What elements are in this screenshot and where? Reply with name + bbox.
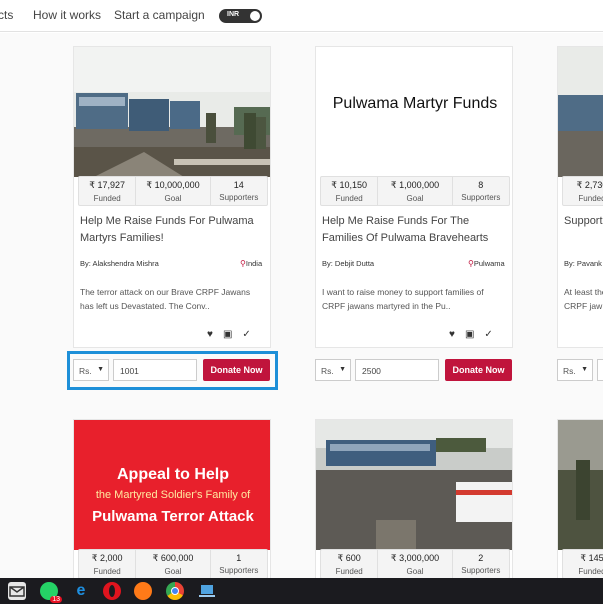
edge-icon[interactable]: e — [72, 582, 90, 600]
campaign-image — [558, 420, 603, 550]
campaign-card[interactable]: ₹ 145 Funded — [557, 419, 603, 589]
campaign-card[interactable]: Pulwama Martyr Funds ₹ 10,150 Funded ₹ 1,… — [315, 46, 513, 348]
currency-toggle[interactable]: INR — [219, 9, 262, 23]
stat-funded: ₹ 145 Funded — [578, 553, 603, 576]
mail-icon[interactable] — [8, 582, 26, 600]
toggle-knob — [250, 11, 260, 21]
stat-goal: ₹ 10,000,000 Goal — [136, 177, 211, 205]
firefox-icon[interactable] — [134, 582, 152, 600]
campaign-title[interactable]: Help Me Raise Funds For Pulwama Martyrs … — [80, 213, 266, 247]
campaign-image — [74, 47, 270, 177]
heart-icon[interactable]: ♥ — [207, 329, 213, 340]
stat-funded: ₹ 2,000 Funded — [79, 550, 137, 578]
stat-funded: ₹ 17,927 Funded — [79, 177, 137, 205]
stat-goal: ₹ 1,000,000 Goal — [378, 177, 453, 205]
whatsapp-icon[interactable]: 13 — [40, 582, 62, 603]
amount-input[interactable] — [597, 359, 603, 381]
campaign-image — [558, 47, 603, 177]
facebook-icon[interactable]: ▣ — [465, 329, 474, 340]
campaign-title[interactable]: Support — [564, 213, 603, 230]
stat-supporters: 1 Supporters — [219, 553, 259, 575]
campaign-image: Appeal to Help the Martyred Soldier's Fa… — [74, 420, 270, 550]
campaign-location: ⚲Pulwama — [468, 259, 505, 268]
stat-supporters: 2 Supporters — [461, 553, 501, 575]
currency-select[interactable]: Rs. ▼ — [557, 359, 593, 381]
opera-icon[interactable] — [103, 582, 121, 600]
notification-badge: 13 — [50, 596, 62, 603]
campaign-stats: ₹ 17,927 Funded ₹ 10,000,000 Goal 14 Suppor… — [78, 176, 268, 206]
campaign-description: The terror attack on our Brave CRPF Jawa… — [80, 287, 251, 311]
donate-now-button[interactable]: Donate Now — [445, 359, 512, 381]
campaign-description: At least the CRPF jaw — [564, 287, 603, 311]
campaign-stats: ₹ 2,000 Funded ₹ 600,000 Goal 1 Supporters — [78, 549, 268, 579]
share-icons: ♥ ▣ ✓ — [449, 329, 493, 340]
campaign-stats: ₹ 145 Funded — [562, 549, 603, 579]
stat-supporters: 14 Supporters — [219, 180, 259, 202]
stat-goal: ₹ 3,000,000 Goal — [378, 550, 453, 578]
nav-link-projects[interactable]: cts — [0, 8, 13, 22]
campaign-title[interactable]: Help Me Raise Funds For The Families Of … — [322, 213, 508, 247]
chrome-icon[interactable] — [166, 582, 184, 600]
campaign-author: By: Alakshendra Mishra — [80, 259, 159, 268]
stat-funded: ₹ 10,150 Funded — [321, 177, 379, 205]
campaign-stats: ₹ 2,730Funded — [562, 176, 603, 206]
campaign-stats: ₹ 600 Funded ₹ 3,000,000 Goal 2 Supporters — [320, 549, 510, 579]
campaign-image: Pulwama Martyr Funds — [316, 47, 512, 177]
image-caption: Pulwama Martyr Funds — [332, 95, 498, 112]
poster-line-3: Pulwama Terror Attack — [92, 508, 254, 525]
currency-toggle-label: INR — [227, 11, 240, 18]
share-icons: ♥ ▣ ✓ — [207, 329, 251, 340]
chevron-down-icon: ▼ — [339, 366, 346, 373]
nav-link-how-it-works[interactable]: How it works — [33, 8, 101, 22]
campaign-author: By: Pavank — [564, 259, 602, 268]
campaign-location: ⚲India — [240, 259, 263, 268]
nav-link-start-campaign[interactable]: Start a campaign — [114, 8, 205, 22]
highlight-box — [67, 351, 278, 390]
campaign-description: I want to raise money to support familie… — [322, 287, 484, 311]
currency-select[interactable]: Rs. ▼ — [315, 359, 351, 381]
campaign-card[interactable]: ₹ 17,927 Funded ₹ 10,000,000 Goal 14 Suppor… — [73, 46, 271, 348]
heart-icon[interactable]: ♥ — [449, 329, 455, 340]
stat-goal: ₹ 600,000 Goal — [136, 550, 211, 578]
campaign-stats: ₹ 10,150 Funded ₹ 1,000,000 Goal 8 Supporte… — [320, 176, 510, 206]
chevron-down-icon: ▼ — [581, 366, 588, 373]
taskbar: 13 e — [0, 578, 603, 604]
twitter-icon[interactable]: ✓ — [242, 329, 250, 340]
poster-line-1: Appeal to Help — [116, 466, 229, 483]
amount-input[interactable]: 2500 — [355, 359, 439, 381]
top-nav: cts How it works Start a campaign INR — [0, 0, 603, 32]
stat-funded: ₹ 600 Funded — [321, 550, 379, 578]
stat-supporters: 8 Supporters — [461, 180, 501, 202]
stat-funded: ₹ 2,730Funded — [576, 180, 603, 203]
facebook-icon[interactable]: ▣ — [223, 329, 232, 340]
campaign-card[interactable]: ₹ 2,730Funded Support By: Pavank At leas… — [557, 46, 603, 348]
campaign-author: By: Debjit Dutta — [322, 259, 375, 268]
poster-line-2: the Martyred Soldier's Family of — [95, 489, 251, 501]
campaign-card[interactable]: Appeal to Help the Martyred Soldier's Fa… — [73, 419, 271, 589]
laptop-icon[interactable] — [198, 582, 216, 600]
campaign-card[interactable]: ₹ 600 Funded ₹ 3,000,000 Goal 2 Supporters — [315, 419, 513, 589]
twitter-icon[interactable]: ✓ — [484, 329, 492, 340]
campaign-image — [316, 420, 512, 550]
